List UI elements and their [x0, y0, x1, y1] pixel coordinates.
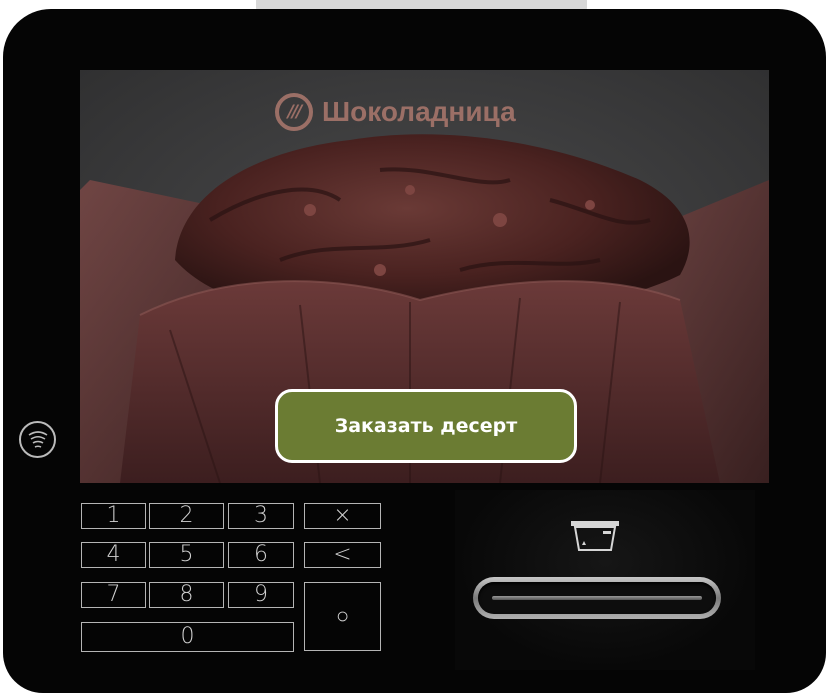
- key-7-label: 7: [106, 582, 121, 607]
- card-insert-icon: [571, 521, 619, 551]
- key-9-label: 9: [254, 582, 268, 607]
- card-slot-opening: [478, 582, 716, 614]
- card-slot[interactable]: [473, 577, 721, 619]
- key-3[interactable]: 3: [228, 503, 294, 529]
- advertisement-screen[interactable]: /// Шоколадница Заказать десерт: [80, 70, 769, 483]
- key-9[interactable]: 9: [228, 582, 294, 608]
- key-5-label: 5: [179, 542, 194, 567]
- key-3-label: 3: [254, 503, 268, 528]
- key-0-label: 0: [180, 624, 195, 649]
- confirm-key[interactable]: ○: [304, 582, 381, 651]
- backspace-icon: <: [333, 542, 352, 567]
- card-slot-line: [492, 596, 702, 600]
- cancel-icon: ×: [333, 503, 352, 528]
- brand-logo-icon: ///: [275, 93, 313, 131]
- key-6-label: 6: [254, 542, 268, 567]
- key-2-label: 2: [179, 503, 194, 528]
- key-8-label: 8: [179, 582, 194, 607]
- key-4-label: 4: [106, 542, 121, 567]
- backspace-key[interactable]: <: [304, 542, 381, 568]
- key-5[interactable]: 5: [149, 542, 224, 568]
- key-0[interactable]: 0: [81, 622, 294, 652]
- contactless-waves: [28, 431, 48, 448]
- key-6[interactable]: 6: [228, 542, 294, 568]
- brand-name: Шоколадница: [322, 96, 516, 127]
- key-8[interactable]: 8: [149, 582, 224, 608]
- cancel-key[interactable]: ×: [304, 503, 381, 529]
- key-2[interactable]: 2: [149, 503, 224, 529]
- order-dessert-button[interactable]: Заказать десерт: [275, 389, 577, 463]
- key-4[interactable]: 4: [81, 542, 146, 568]
- brand-header: /// Шоколадница: [275, 93, 516, 131]
- confirm-icon: ○: [335, 603, 350, 629]
- key-7[interactable]: 7: [81, 582, 146, 608]
- key-1[interactable]: 1: [81, 503, 146, 529]
- key-1-label: 1: [106, 503, 121, 528]
- contactless-icon: [19, 421, 56, 458]
